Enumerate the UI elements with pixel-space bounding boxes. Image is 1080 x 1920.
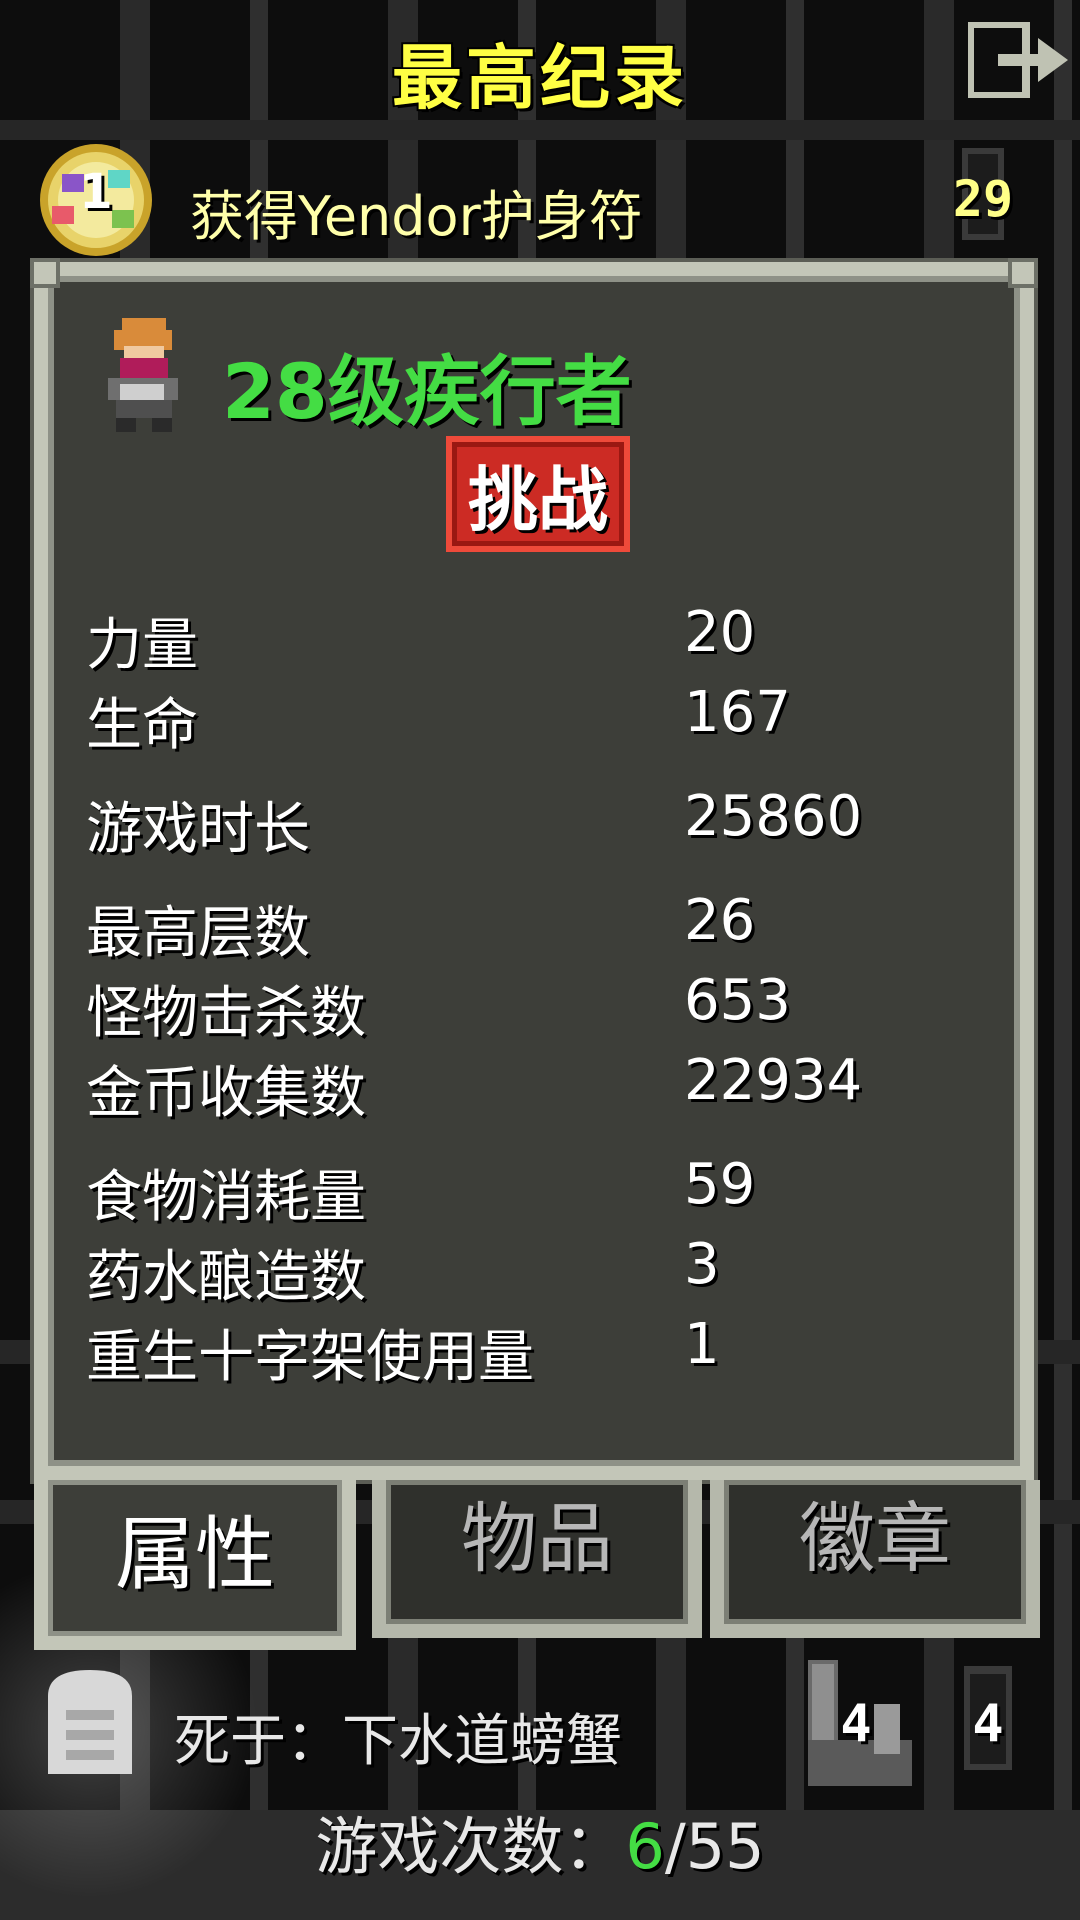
stat-row: 怪物击杀数 653 bbox=[86, 968, 791, 1049]
games-current: 6 bbox=[625, 1810, 665, 1883]
stat-row: 最高层数 26 bbox=[86, 888, 755, 969]
tab-label: 徽章 bbox=[799, 1494, 951, 1583]
stat-row: 重生十字架使用量 1 bbox=[86, 1312, 720, 1393]
stat-label: 游戏时长 bbox=[86, 797, 310, 862]
tab-badges[interactable]: 徽章 bbox=[710, 1480, 1040, 1638]
tab-items[interactable]: 物品 bbox=[372, 1480, 702, 1638]
tab-label: 属性 bbox=[115, 1508, 275, 1601]
item-count: 4 bbox=[840, 1694, 872, 1754]
stat-value: 22934 bbox=[684, 1048, 863, 1113]
death-cause: 死于：下水道螃蟹 bbox=[174, 1709, 622, 1774]
stat-value: 167 bbox=[684, 680, 791, 745]
page-title: 最高纪录 bbox=[392, 37, 688, 119]
depth-count: 4 bbox=[972, 1694, 1004, 1754]
stat-label: 食物消耗量 bbox=[86, 1165, 366, 1230]
stat-value: 26 bbox=[684, 888, 756, 953]
games-total: /55 bbox=[664, 1810, 765, 1883]
achievement-text: 获得Yendor护身符 bbox=[190, 185, 643, 248]
stat-label: 重生十字架使用量 bbox=[86, 1325, 534, 1390]
stat-value: 653 bbox=[684, 968, 791, 1033]
stat-label: 药水酿造数 bbox=[86, 1245, 366, 1310]
depth-number: 29 bbox=[952, 170, 1014, 228]
amulet-rank: 1 bbox=[79, 164, 113, 220]
games-label: 游戏次数： bbox=[315, 1810, 626, 1883]
hero-sprite bbox=[108, 318, 178, 432]
stat-row: 药水酿造数 3 bbox=[86, 1232, 720, 1313]
stat-label: 生命 bbox=[86, 693, 198, 758]
stat-label: 怪物击杀数 bbox=[86, 981, 366, 1046]
stat-value: 3 bbox=[684, 1232, 720, 1297]
stat-value: 1 bbox=[684, 1312, 720, 1377]
stat-row: 力量 20 bbox=[86, 600, 755, 681]
challenge-button[interactable]: 挑战 bbox=[446, 436, 630, 552]
stat-row: 食物消耗量 59 bbox=[86, 1152, 755, 1233]
hero-title: 28级疾行者 bbox=[222, 347, 632, 436]
stat-label: 力量 bbox=[86, 613, 198, 678]
tab-stats[interactable]: 属性 bbox=[34, 1480, 356, 1650]
stat-value: 59 bbox=[684, 1152, 756, 1217]
stat-value: 20 bbox=[684, 600, 756, 665]
stat-label: 金币收集数 bbox=[86, 1061, 366, 1126]
stat-row: 生命 167 bbox=[86, 680, 791, 761]
stat-row: 游戏时长 25860 bbox=[86, 784, 862, 865]
tab-label: 物品 bbox=[461, 1494, 613, 1583]
stat-label: 最高层数 bbox=[86, 901, 310, 966]
stat-row: 金币收集数 22934 bbox=[86, 1048, 862, 1129]
challenge-label: 挑战 bbox=[468, 458, 608, 541]
games-played: 游戏次数：6/55 bbox=[0, 1796, 1080, 1886]
tombstone-icon bbox=[48, 1670, 132, 1774]
stat-value: 25860 bbox=[684, 784, 863, 849]
exit-icon[interactable] bbox=[968, 22, 1072, 98]
